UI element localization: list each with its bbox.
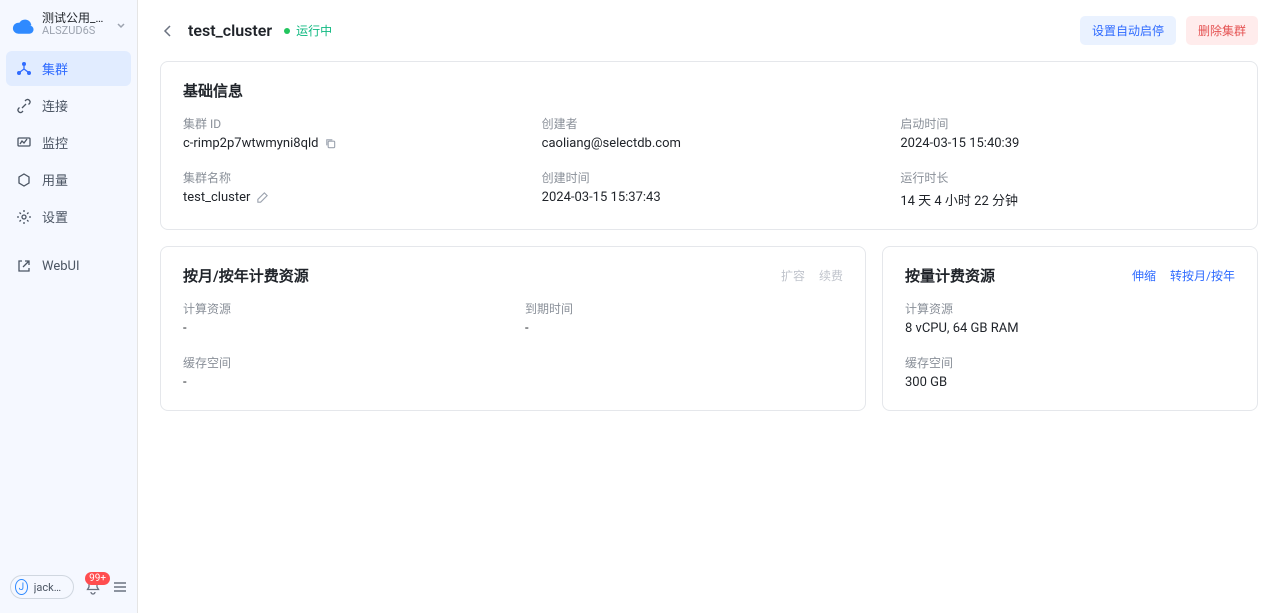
user-name: jackso... — [34, 581, 65, 594]
sidebar-item-connect[interactable]: 连接 — [6, 88, 131, 123]
billing-fixed-card: 按月/按年计费资源 扩容 续费 计算资源 - 到期时间 - 缓存空间 - — [160, 246, 866, 411]
info-start-time: 启动时间 2024-03-15 15:40:39 — [900, 115, 1235, 151]
sidebar-item-label: 监控 — [42, 133, 68, 152]
avatar: J — [15, 579, 28, 595]
sidebar-item-monitor[interactable]: 监控 — [6, 125, 131, 160]
sidebar: 测试公用_不... ALSZUD6S 集群 连接 监控 — [0, 0, 138, 613]
page-header: test_cluster 运行中 设置自动启停 删除集群 — [160, 16, 1258, 45]
fixed-compute: 计算资源 - — [183, 300, 501, 336]
card-title: 按量计费资源 — [905, 265, 995, 286]
edit-icon[interactable] — [256, 191, 269, 204]
status-dot-icon — [284, 28, 290, 34]
fixed-cache: 缓存空间 - — [183, 354, 501, 390]
cloud-icon — [12, 16, 34, 34]
link-icon — [16, 98, 32, 114]
delete-cluster-button[interactable]: 删除集群 — [1186, 16, 1258, 45]
copy-icon[interactable] — [324, 137, 337, 150]
info-run-duration: 运行时长 14 天 4 小时 22 分钟 — [900, 169, 1235, 209]
fixed-expire: 到期时间 - — [525, 300, 843, 336]
external-link-icon — [16, 258, 32, 274]
sidebar-nav: 集群 连接 监控 用量 设置 — [0, 45, 137, 288]
sidebar-footer: J jackso... 99+ — [0, 565, 137, 613]
back-arrow-icon[interactable] — [160, 23, 176, 39]
status-badge: 运行中 — [284, 22, 332, 39]
sidebar-item-webui[interactable]: WebUI — [6, 250, 131, 282]
auto-stop-button[interactable]: 设置自动启停 — [1080, 16, 1176, 45]
notifications-button[interactable]: 99+ — [84, 578, 102, 596]
info-creator: 创建者 caoliang@selectdb.com — [542, 115, 877, 151]
user-chip[interactable]: J jackso... — [10, 575, 74, 599]
usage-icon — [16, 172, 32, 188]
sidebar-item-cluster[interactable]: 集群 — [6, 51, 131, 86]
sidebar-item-label: 用量 — [42, 170, 68, 189]
usage-cache: 缓存空间 300 GB — [905, 354, 1235, 390]
workspace-id: ALSZUD6S — [42, 25, 107, 37]
status-text: 运行中 — [296, 22, 332, 39]
notification-badge: 99+ — [85, 572, 110, 585]
monitor-icon — [16, 135, 32, 151]
main-content: test_cluster 运行中 设置自动启停 删除集群 基础信息 集群 ID … — [138, 0, 1280, 613]
card-title: 按月/按年计费资源 — [183, 265, 309, 286]
convert-action[interactable]: 转按月/按年 — [1170, 267, 1235, 284]
sidebar-item-usage[interactable]: 用量 — [6, 162, 131, 197]
gear-icon — [16, 209, 32, 225]
usage-compute: 计算资源 8 vCPU, 64 GB RAM — [905, 300, 1235, 336]
sidebar-item-label: WebUI — [42, 259, 80, 274]
info-create-time: 创建时间 2024-03-15 15:37:43 — [542, 169, 877, 209]
basic-info-card: 基础信息 集群 ID c-rimp2p7wtwmyni8qld 创建者 caol… — [160, 61, 1258, 230]
sidebar-item-label: 连接 — [42, 96, 68, 115]
sidebar-item-label: 集群 — [42, 59, 68, 78]
scale-action[interactable]: 伸缩 — [1132, 267, 1156, 284]
info-cluster-id: 集群 ID c-rimp2p7wtwmyni8qld — [183, 115, 518, 151]
expand-action: 扩容 — [781, 267, 805, 284]
card-title: 基础信息 — [183, 80, 1235, 101]
sidebar-item-settings[interactable]: 设置 — [6, 199, 131, 234]
renew-action: 续费 — [819, 267, 843, 284]
info-cluster-name: 集群名称 test_cluster — [183, 169, 518, 209]
page-title: test_cluster — [188, 21, 272, 40]
workspace-switcher[interactable]: 测试公用_不... ALSZUD6S — [0, 0, 137, 45]
chevron-down-icon — [115, 19, 127, 31]
menu-icon[interactable] — [112, 579, 128, 595]
sidebar-item-label: 设置 — [42, 207, 68, 226]
cluster-icon — [16, 61, 32, 77]
billing-usage-card: 按量计费资源 伸缩 转按月/按年 计算资源 8 vCPU, 64 GB RAM … — [882, 246, 1258, 411]
